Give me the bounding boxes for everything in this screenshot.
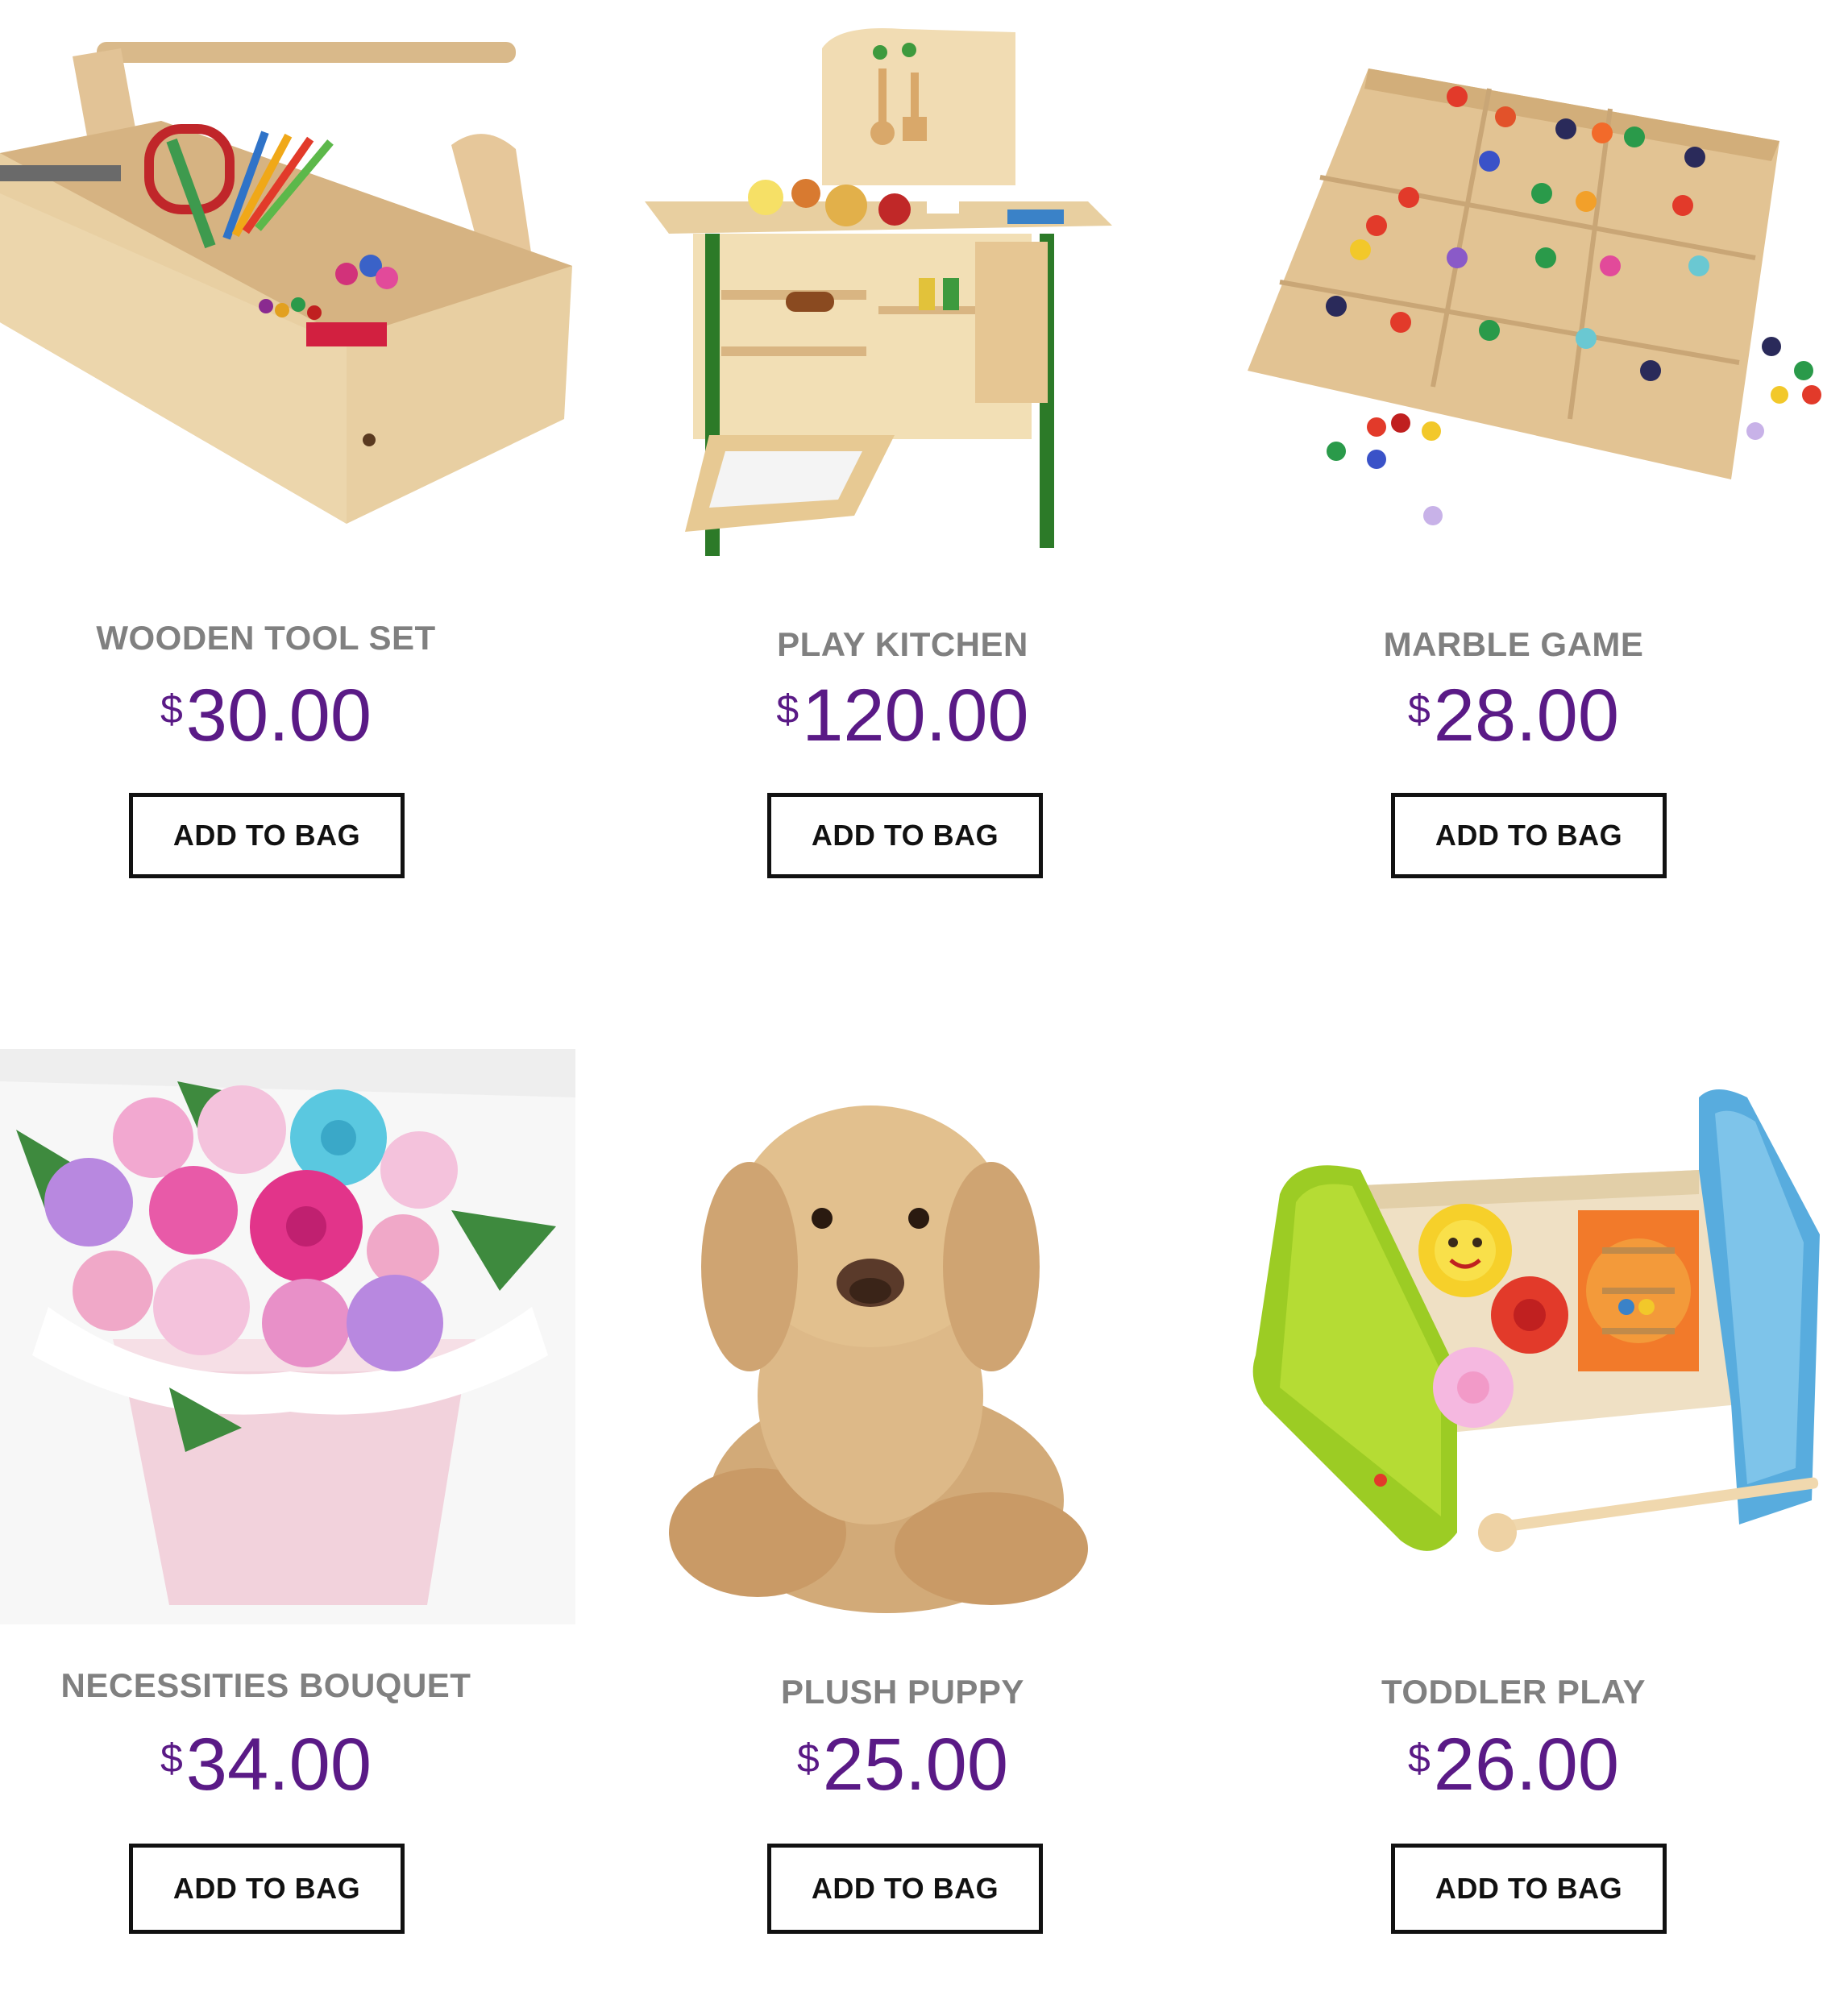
- product-price: $120.00: [637, 675, 1169, 756]
- product-name[interactable]: PLUSH PUPPY: [637, 1673, 1169, 1711]
- product-image-wooden-tool-set[interactable]: [0, 0, 575, 575]
- product-price: $25.00: [637, 1724, 1169, 1805]
- product-price: $26.00: [1248, 1724, 1779, 1805]
- product-image-marble-game[interactable]: [1248, 0, 1823, 575]
- price-amount: 26.00: [1433, 1724, 1620, 1806]
- currency-symbol: $: [1407, 687, 1431, 732]
- product-name[interactable]: WOODEN TOOL SET: [0, 619, 532, 657]
- product-card-toddler-play: TODDLER PLAY $26.00 ADD TO BAG: [1248, 1049, 1823, 2016]
- add-to-bag-button[interactable]: ADD TO BAG: [767, 793, 1043, 878]
- product-name[interactable]: MARBLE GAME: [1248, 625, 1779, 664]
- product-price: $34.00: [0, 1724, 532, 1805]
- currency-symbol: $: [160, 1736, 183, 1781]
- product-card-plush-puppy: PLUSH PUPPY $25.00 ADD TO BAG: [637, 1049, 1212, 2016]
- marble-board-icon: [1248, 0, 1823, 575]
- wooden-tool-caddy-icon: [0, 0, 575, 575]
- product-card-wooden-tool-set: WOODEN TOOL SET $30.00 ADD TO BAG: [0, 0, 575, 967]
- add-to-bag-button[interactable]: ADD TO BAG: [1391, 1844, 1667, 1934]
- currency-symbol: $: [776, 687, 799, 732]
- product-card-play-kitchen: PLAY KITCHEN $120.00 ADD TO BAG: [637, 0, 1212, 967]
- product-image-toddler-play[interactable]: [1248, 1049, 1823, 1624]
- add-to-bag-button[interactable]: ADD TO BAG: [129, 1844, 405, 1934]
- add-to-bag-button[interactable]: ADD TO BAG: [129, 793, 405, 878]
- product-image-plush-puppy[interactable]: [637, 1049, 1212, 1624]
- product-price: $30.00: [0, 675, 532, 756]
- product-price: $28.00: [1248, 675, 1779, 756]
- flower-bouquet-icon: [0, 1049, 575, 1624]
- add-to-bag-button[interactable]: ADD TO BAG: [1391, 793, 1667, 878]
- product-card-marble-game: MARBLE GAME $28.00 ADD TO BAG: [1248, 0, 1823, 967]
- currency-symbol: $: [160, 687, 183, 732]
- currency-symbol: $: [796, 1736, 820, 1781]
- toddler-activity-toy-icon: [1248, 1049, 1823, 1624]
- product-name[interactable]: PLAY KITCHEN: [637, 625, 1169, 664]
- currency-symbol: $: [1407, 1736, 1431, 1781]
- price-amount: 34.00: [185, 1724, 372, 1806]
- play-kitchen-icon: [637, 0, 1212, 575]
- product-name[interactable]: TODDLER PLAY: [1248, 1673, 1779, 1711]
- price-amount: 30.00: [185, 674, 372, 757]
- product-card-necessities-bouquet: NECESSITIES BOUQUET $34.00 ADD TO BAG: [0, 1049, 575, 2016]
- price-amount: 25.00: [822, 1724, 1009, 1806]
- product-image-play-kitchen[interactable]: [637, 0, 1212, 575]
- product-name[interactable]: NECESSITIES BOUQUET: [0, 1666, 532, 1705]
- product-image-necessities-bouquet[interactable]: [0, 1049, 575, 1624]
- price-amount: 120.00: [802, 674, 1029, 757]
- price-amount: 28.00: [1433, 674, 1620, 757]
- product-grid: WOODEN TOOL SET $30.00 ADD TO BAG PLAY K…: [0, 0, 1823, 1936]
- add-to-bag-button[interactable]: ADD TO BAG: [767, 1844, 1043, 1934]
- plush-puppy-icon: [637, 1049, 1212, 1624]
